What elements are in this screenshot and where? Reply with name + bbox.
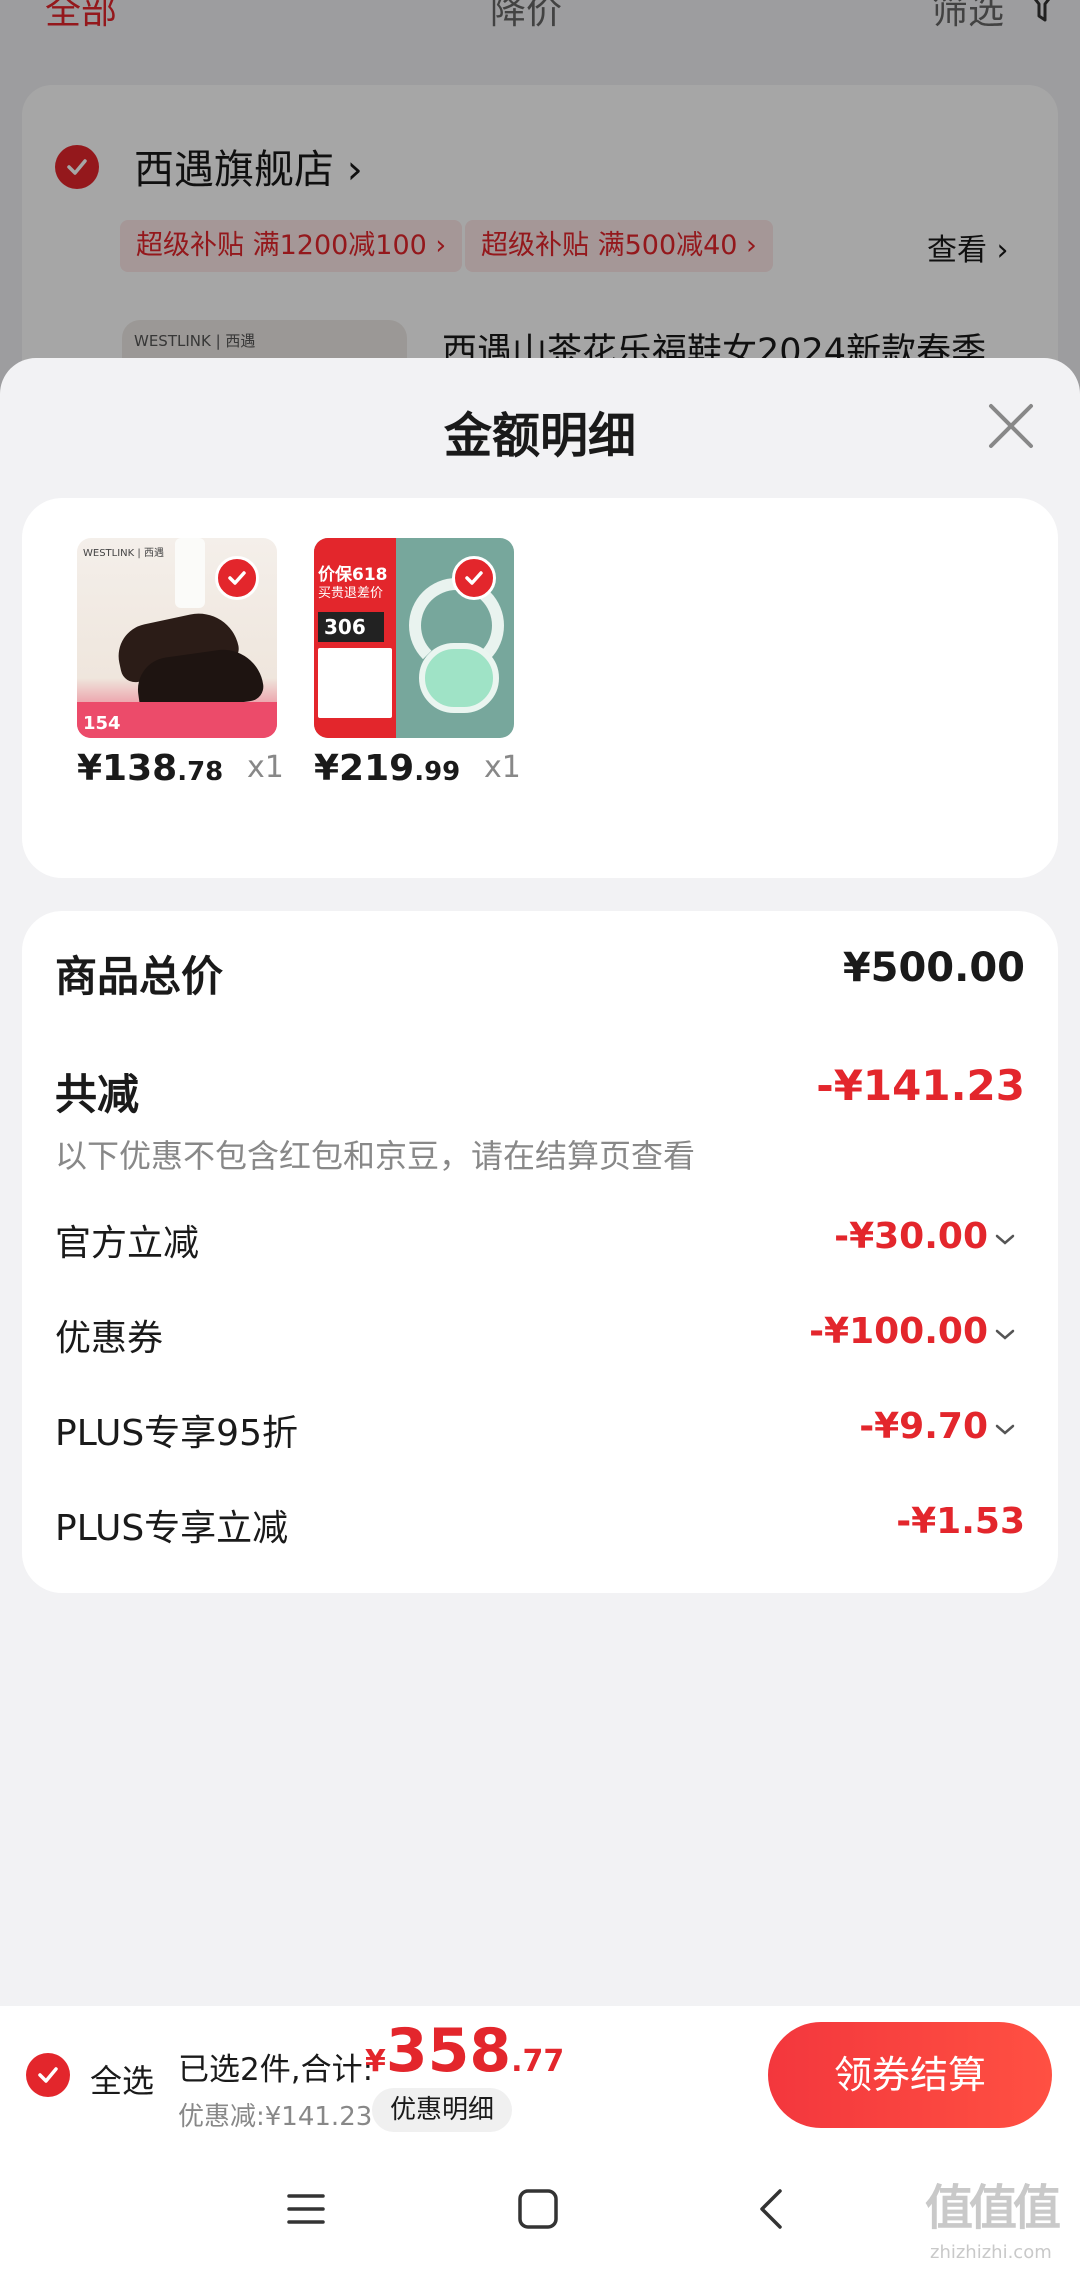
goods-checkbox[interactable]	[215, 556, 259, 600]
shoe-product-image[interactable]: WESTLINK | 西遇 154	[77, 538, 277, 738]
watermark-url: zhizhizhi.com	[930, 2242, 1052, 2263]
goods-quantity: x1	[247, 750, 284, 785]
discount-summary: 优惠减:¥141.23	[178, 2102, 373, 2132]
goods-card: WESTLINK | 西遇 154 ¥138.78 x1 价保618 买贵退差价…	[22, 498, 1058, 878]
sheet-title: 金额明细	[443, 408, 636, 464]
image-decoration	[318, 648, 392, 718]
goods-checkbox[interactable]	[452, 556, 496, 600]
price-detail-card: 商品总价 ¥500.00 共减 -¥141.23 以下优惠不包含红包和京豆，请在…	[22, 911, 1058, 1593]
price-detail-sheet: 金额明细 WESTLINK | 西遇 154 ¥138.78 x1 价保618 …	[0, 358, 1080, 2006]
image-promo-subtext: 买贵退差价	[318, 586, 384, 601]
check-icon	[465, 571, 483, 585]
image-price-text: 154	[83, 713, 121, 734]
cart-total: ¥358.77	[365, 2016, 565, 2086]
back-icon[interactable]	[748, 2184, 798, 2234]
goods-item[interactable]: 价保618 买贵退差价 306	[314, 538, 514, 738]
coupon-label[interactable]: 优惠券	[55, 1309, 163, 1361]
total-price-value: ¥500.00	[842, 945, 1025, 991]
selected-count-text: 已选2件,合计:	[178, 2052, 374, 2088]
discount-detail-button[interactable]: 优惠明细	[372, 2088, 513, 2132]
discount-hint: 以下优惠不包含红包和京豆，请在结算页查看	[55, 1137, 696, 1175]
plus-95-label[interactable]: PLUS专享95折	[55, 1404, 298, 1456]
headphone-product-image[interactable]: 价保618 买贵退差价 306	[314, 538, 514, 738]
modal-scrim[interactable]	[0, 0, 1080, 400]
goods-price: ¥138.78	[77, 748, 224, 789]
plus-95-value[interactable]: -¥9.70	[859, 1406, 988, 1447]
goods-quantity: x1	[484, 750, 521, 785]
menu-icon[interactable]	[281, 2184, 331, 2234]
image-brand: WESTLINK | 西遇	[83, 548, 164, 559]
chevron-down-icon[interactable]	[994, 1328, 1016, 1342]
total-discount-label: 共减	[55, 1070, 140, 1119]
image-price-text: 306	[318, 612, 384, 642]
plus-discount-label: PLUS专享立减	[55, 1508, 289, 1549]
plus-discount-value: -¥1.53	[896, 1501, 1025, 1542]
goods-price: ¥219.99	[314, 748, 461, 789]
watermark: 值值值	[925, 2180, 1061, 2236]
check-icon	[228, 571, 246, 585]
checkout-bar: 全选 已选2件,合计: ¥358.77 优惠减:¥141.23 优惠明细 领券结…	[0, 2006, 1080, 2146]
close-icon[interactable]	[985, 400, 1037, 452]
total-discount-value: -¥141.23	[816, 1061, 1025, 1110]
select-all-checkbox[interactable]	[26, 2053, 70, 2097]
total-price-label: 商品总价	[55, 952, 224, 1001]
system-nav-bar: 值值值 zhizhizhi.com	[0, 2146, 1080, 2273]
image-decoration	[175, 538, 205, 608]
checkout-button[interactable]: 领券结算	[768, 2022, 1052, 2128]
image-decoration	[419, 643, 499, 713]
goods-item[interactable]: WESTLINK | 西遇 154	[77, 538, 277, 738]
home-icon[interactable]	[513, 2184, 563, 2234]
cart-page-background: 全部 降价 筛选 西遇旗舰店 › 超级补贴 满1200减100 › 超级补贴 满…	[0, 0, 1080, 485]
official-discount-value[interactable]: -¥30.00	[834, 1216, 988, 1257]
official-discount-label[interactable]: 官方立减	[55, 1214, 199, 1266]
check-icon	[38, 2067, 58, 2083]
chevron-down-icon[interactable]	[994, 1423, 1016, 1437]
chevron-down-icon[interactable]	[994, 1233, 1016, 1247]
select-all-label[interactable]: 全选	[90, 2056, 154, 2102]
coupon-value[interactable]: -¥100.00	[809, 1311, 988, 1352]
